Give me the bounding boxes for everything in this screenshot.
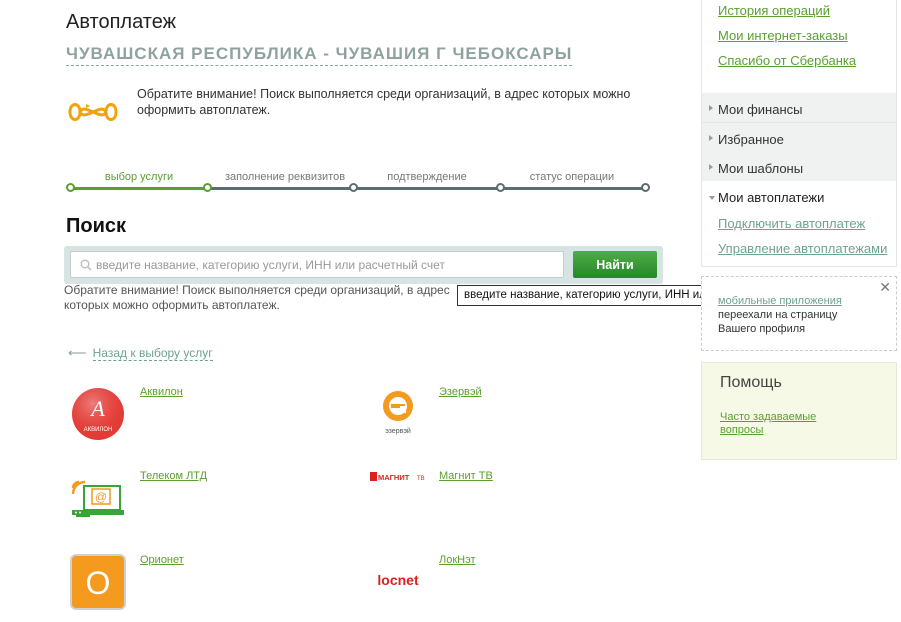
svg-text:эзервэй: эзервэй: [385, 427, 411, 435]
provider-item[interactable]: locnet ЛокНэт: [369, 554, 476, 610]
sidebar-link-manage-autopay[interactable]: Управление автоплатежами: [718, 241, 887, 256]
progress-steps: выбор услуги заполнение реквизитов подтв…: [66, 168, 652, 196]
svg-text:A: A: [89, 396, 105, 421]
help-title: Помощь: [720, 374, 782, 391]
chevron-right-icon: [709, 105, 713, 111]
sidebar-menu-autopay-title[interactable]: Мои автоплатежи: [718, 190, 824, 205]
provider-name[interactable]: Магнит ТВ: [439, 470, 493, 526]
promo-text: мобильные приложения переехали на страни…: [718, 294, 878, 336]
step-dot-1: [66, 183, 75, 192]
provider-name[interactable]: Орионет: [140, 554, 184, 610]
step-dot-4: [496, 183, 505, 192]
help-box: Помощь Часто задаваемые вопросы: [701, 362, 897, 460]
step-track-done: [70, 187, 208, 190]
sidebar-menu-label: Мои финансы: [718, 102, 803, 117]
step-label-1: выбор услуги: [104, 171, 174, 183]
promo-body: переехали на страницу Вашего профиля: [718, 309, 838, 335]
locnet-logo-icon: locnet: [377, 572, 419, 588]
faq-link[interactable]: Часто задаваемые вопросы: [720, 411, 840, 437]
step-dot-3: [349, 183, 358, 192]
back-link-label: Назад к выбору услуг: [92, 345, 213, 361]
sidebar-menu-favorites[interactable]: Избранное: [701, 123, 897, 153]
provider-item[interactable]: O Орионет: [70, 554, 184, 610]
sidebar-link-connect-autopay[interactable]: Подключить автоплатеж: [718, 216, 865, 231]
magnit-tv-logo-icon: МАГНИТ ТВ: [370, 472, 425, 482]
search-icon: [80, 259, 92, 271]
search-notice: Обратите внимание! Поиск выполняется сре…: [64, 283, 450, 312]
svg-text:O: O: [86, 565, 111, 601]
promo-link[interactable]: мобильные приложения: [718, 295, 842, 307]
chevron-right-icon: [709, 164, 713, 170]
step-label-4: статус операции: [529, 171, 615, 183]
autopay-infinity-icon: [68, 103, 118, 121]
provider-item[interactable]: A АКВИЛОН Аквилон: [70, 386, 183, 442]
orionet-logo-icon: O: [70, 554, 126, 610]
sidebar-links: История операций Мои интернет-заказы Спа…: [701, 0, 897, 96]
ezerway-logo-icon: эзервэй: [383, 391, 413, 435]
sidebar-link-history[interactable]: История операций: [718, 3, 830, 18]
sidebar-menu-templates[interactable]: Мои шаблоны: [701, 152, 897, 182]
sidebar-menu-autopay: Мои автоплатежи Подключить автоплатеж Уп…: [701, 181, 897, 267]
search-bar: Найти: [64, 246, 663, 284]
sidebar-menu-label: Избранное: [718, 132, 784, 147]
svg-text:МАГНИТ: МАГНИТ: [378, 473, 410, 482]
provider-item[interactable]: эзервэй Эзервэй: [369, 386, 482, 442]
search-input[interactable]: [70, 251, 564, 278]
step-dot-2: [203, 183, 212, 192]
svg-text:ТВ: ТВ: [417, 476, 425, 482]
close-icon[interactable]: ✕: [879, 279, 891, 296]
step-track-pending: [208, 187, 648, 190]
provider-item[interactable]: @ Телеком ЛТД: [70, 470, 207, 526]
svg-text:locnet: locnet: [377, 572, 419, 588]
akvilon-logo-icon: A АКВИЛОН: [72, 388, 124, 440]
chevron-right-icon: [709, 135, 713, 141]
provider-name[interactable]: Аквилон: [140, 386, 183, 442]
step-label-3: подтверждение: [387, 171, 467, 183]
region-selector[interactable]: ЧУВАШСКАЯ РЕСПУБЛИКА - ЧУВАШИЯ Г ЧЕБОКСА…: [66, 44, 573, 66]
mobile-apps-promo: ✕ мобильные приложения переехали на стра…: [701, 276, 897, 351]
provider-name[interactable]: Телеком ЛТД: [140, 470, 207, 526]
autopay-notice: Обратите внимание! Поиск выполняется сре…: [137, 87, 631, 117]
step-label-2: заполнение реквизитов: [224, 171, 346, 183]
telecom-ltd-logo-icon: @: [71, 480, 124, 517]
provider-name[interactable]: ЛокНэт: [439, 554, 476, 610]
provider-name[interactable]: Эзервэй: [439, 386, 482, 442]
search-button[interactable]: Найти: [573, 251, 657, 278]
sidebar-menu-finances[interactable]: Мои финансы: [701, 93, 897, 123]
svg-text:АКВИЛОН: АКВИЛОН: [84, 427, 113, 433]
sidebar-menu-label: Мои шаблоны: [718, 161, 804, 176]
page-title: Автоплатеж: [66, 11, 176, 33]
back-to-services-link[interactable]: ⟵ Назад к выбору услуг: [68, 345, 213, 361]
provider-item[interactable]: МАГНИТ ТВ Магнит ТВ: [369, 470, 493, 526]
svg-text:@: @: [95, 490, 107, 504]
chevron-down-icon: [709, 196, 715, 200]
sidebar-link-spasibo[interactable]: Спасибо от Сбербанка: [718, 53, 856, 68]
step-dot-5: [641, 183, 650, 192]
search-title: Поиск: [66, 215, 127, 237]
back-arrow-icon: ⟵: [68, 345, 87, 360]
sidebar-link-internet-orders[interactable]: Мои интернет-заказы: [718, 28, 848, 43]
